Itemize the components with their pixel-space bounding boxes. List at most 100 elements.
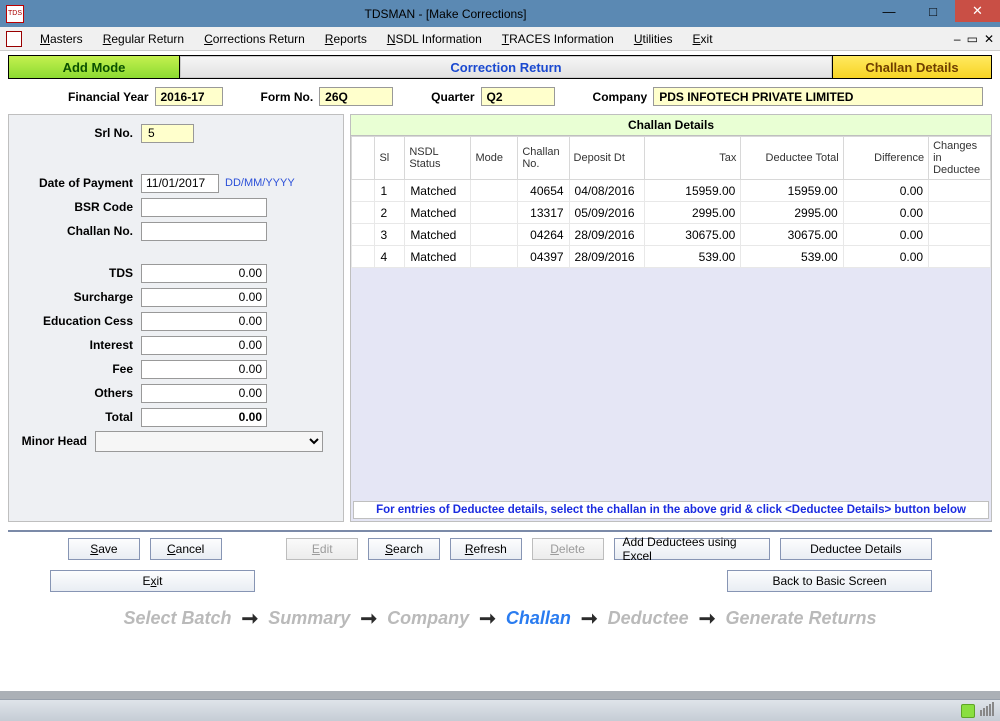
- mode-challan-details[interactable]: Challan Details: [833, 56, 991, 78]
- table-row[interactable]: 2Matched1331705/09/20162995.002995.000.0…: [352, 202, 991, 224]
- challan-grid-title: Challan Details: [351, 115, 991, 136]
- interest-label: Interest: [19, 338, 141, 352]
- menu-regular-return[interactable]: Regular Return: [93, 29, 194, 49]
- education-cess-label: Education Cess: [19, 314, 141, 328]
- menu-reports[interactable]: Reports: [315, 29, 377, 49]
- challan-no-label: Challan No.: [19, 224, 141, 238]
- date-format-hint: DD/MM/YYYY: [225, 177, 295, 189]
- filter-row: Financial Year 2016-17 Form No. 26Q Quar…: [8, 79, 992, 112]
- surcharge-label: Surcharge: [19, 290, 141, 304]
- mdi-restore-button[interactable]: ▭: [967, 32, 978, 46]
- col-challan-no[interactable]: Challan No.: [518, 137, 569, 180]
- form-no-label: Form No.: [261, 90, 314, 104]
- col-changes-deductee[interactable]: Changes in Deductee: [929, 137, 991, 180]
- add-deductees-excel-button[interactable]: Add Deductees using Excel: [614, 538, 770, 560]
- table-row[interactable]: 4Matched0439728/09/2016539.00539.000.00: [352, 246, 991, 268]
- quarter-value: Q2: [481, 87, 555, 106]
- arrow-icon: ➞: [581, 606, 598, 631]
- bsr-code-input[interactable]: [141, 198, 267, 217]
- status-indicator-icon: [961, 704, 975, 718]
- challan-no-input[interactable]: [141, 222, 267, 241]
- bsr-code-label: BSR Code: [19, 200, 141, 214]
- mdi-minimize-button[interactable]: –: [954, 32, 961, 46]
- others-label: Others: [19, 386, 141, 400]
- col-deductee-total[interactable]: Deductee Total: [741, 137, 843, 180]
- total-label: Total: [19, 410, 141, 424]
- wizard-step-summary: Summary: [268, 608, 350, 629]
- exit-button[interactable]: Exit: [50, 570, 255, 592]
- minor-head-select[interactable]: [95, 431, 323, 452]
- education-cess-input[interactable]: [141, 312, 267, 331]
- wizard-steps: Select Batch ➞ Summary ➞ Company ➞ Chall…: [8, 600, 992, 635]
- col-difference[interactable]: Difference: [843, 137, 928, 180]
- table-row[interactable]: 1Matched4065404/08/201615959.0015959.000…: [352, 180, 991, 202]
- wizard-step-company: Company: [387, 608, 469, 629]
- menu-traces-info[interactable]: TRACES Information: [492, 29, 624, 49]
- financial-year-value: 2016-17: [155, 87, 223, 106]
- grid-header-row: Sl NSDL Status Mode Challan No. Deposit …: [352, 137, 991, 180]
- wizard-step-select-batch: Select Batch: [123, 608, 231, 629]
- refresh-button[interactable]: Refresh: [450, 538, 522, 560]
- others-input[interactable]: [141, 384, 267, 403]
- window-titlebar: TDS TDSMAN - [Make Corrections] — □ ✕: [0, 0, 1000, 27]
- signal-bars-icon: [979, 702, 994, 719]
- date-of-payment-input[interactable]: [141, 174, 219, 193]
- wizard-step-generate-returns: Generate Returns: [725, 608, 876, 629]
- surcharge-input[interactable]: [141, 288, 267, 307]
- tds-input[interactable]: [141, 264, 267, 283]
- minor-head-label: Minor Head: [19, 434, 95, 448]
- arrow-icon: ➞: [479, 606, 496, 631]
- financial-year-label: Financial Year: [68, 90, 149, 104]
- deductee-details-button[interactable]: Deductee Details: [780, 538, 932, 560]
- window-close-button[interactable]: ✕: [955, 0, 1000, 22]
- menu-exit[interactable]: Exit: [683, 29, 723, 49]
- window-minimize-button[interactable]: —: [867, 0, 911, 22]
- window-maximize-button[interactable]: □: [911, 0, 955, 22]
- form-icon: [6, 31, 22, 47]
- total-input: [141, 408, 267, 427]
- fee-input[interactable]: [141, 360, 267, 379]
- nav-buttons-row: Exit Back to Basic Screen: [8, 560, 992, 600]
- save-button[interactable]: Save: [68, 538, 140, 560]
- menu-utilities[interactable]: Utilities: [624, 29, 683, 49]
- arrow-icon: ➞: [699, 606, 716, 631]
- date-of-payment-label: Date of Payment: [19, 176, 141, 190]
- col-tax[interactable]: Tax: [645, 137, 741, 180]
- tds-label: TDS: [19, 266, 141, 280]
- arrow-icon: ➞: [242, 606, 259, 631]
- menu-nsdl-info[interactable]: NSDL Information: [377, 29, 492, 49]
- company-value: PDS INFOTECH PRIVATE LIMITED: [653, 87, 983, 106]
- challan-form-panel: Srl No. Date of Payment DD/MM/YYYY BSR C…: [8, 114, 344, 522]
- srl-no-label: Srl No.: [19, 126, 141, 140]
- menu-masters[interactable]: Masters: [30, 29, 93, 49]
- arrow-icon: ➞: [360, 606, 377, 631]
- quarter-label: Quarter: [431, 90, 474, 104]
- search-button[interactable]: Search: [368, 538, 440, 560]
- cancel-button[interactable]: Cancel: [150, 538, 222, 560]
- wizard-step-challan: Challan: [506, 608, 571, 629]
- srl-no-input[interactable]: [141, 124, 194, 143]
- mdi-close-button[interactable]: ✕: [984, 32, 994, 46]
- main-area: Add Mode Correction Return Challan Detai…: [0, 51, 1000, 691]
- back-to-basic-button[interactable]: Back to Basic Screen: [727, 570, 932, 592]
- challan-grid[interactable]: Sl NSDL Status Mode Challan No. Deposit …: [351, 136, 991, 268]
- fee-label: Fee: [19, 362, 141, 376]
- wizard-step-deductee: Deductee: [608, 608, 689, 629]
- interest-input[interactable]: [141, 336, 267, 355]
- table-row[interactable]: 3Matched0426428/09/201630675.0030675.000…: [352, 224, 991, 246]
- col-mode[interactable]: Mode: [471, 137, 518, 180]
- mode-bar: Add Mode Correction Return Challan Detai…: [8, 55, 992, 79]
- window-title: TDSMAN - [Make Corrections]: [24, 7, 867, 21]
- challan-grid-panel: Challan Details Sl NSDL Status Mode Chal…: [350, 114, 992, 522]
- form-no-value: 26Q: [319, 87, 393, 106]
- edit-button[interactable]: Edit: [286, 538, 358, 560]
- col-nsdl-status[interactable]: NSDL Status: [405, 137, 471, 180]
- col-sl[interactable]: Sl: [375, 137, 405, 180]
- col-deposit-dt[interactable]: Deposit Dt: [569, 137, 645, 180]
- mode-add[interactable]: Add Mode: [9, 56, 179, 78]
- company-label: Company: [593, 90, 648, 104]
- menu-corrections-return[interactable]: Corrections Return: [194, 29, 315, 49]
- app-icon: TDS: [6, 5, 24, 23]
- delete-button[interactable]: Delete: [532, 538, 604, 560]
- mode-correction-return[interactable]: Correction Return: [180, 56, 832, 78]
